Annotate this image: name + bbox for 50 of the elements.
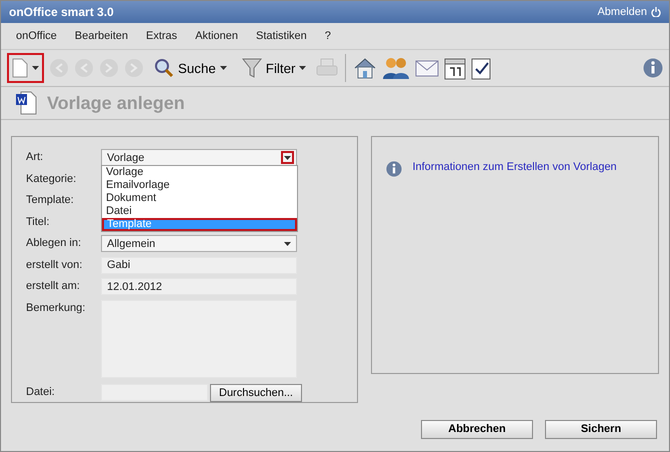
new-document-button[interactable] [7, 53, 44, 83]
caret-icon [299, 66, 306, 70]
house-icon[interactable] [353, 57, 378, 79]
menu-item[interactable]: ? [316, 30, 340, 42]
dropdown-option[interactable]: Dokument [102, 192, 297, 205]
field-label: erstellt am: [26, 279, 81, 292]
people-icon[interactable] [382, 57, 410, 79]
dropdown[interactable]: Allgemein [101, 235, 297, 252]
file-field[interactable] [101, 384, 208, 400]
info-link[interactable]: Informationen zum Erstellen von Vorlagen [412, 161, 617, 173]
power-icon[interactable] [651, 7, 661, 17]
dropdown[interactable]: Vorlage [101, 149, 297, 166]
magnifier-icon [154, 58, 174, 78]
caret-icon [284, 242, 291, 246]
info-icon[interactable] [643, 58, 663, 78]
menu-item[interactable]: Statistiken [247, 30, 316, 42]
dropdown-option[interactable]: Vorlage [102, 166, 297, 179]
text-field[interactable]: 12.01.2012 [101, 278, 297, 295]
info-icon [386, 161, 402, 177]
browse-button[interactable]: Durchsuchen... [210, 384, 302, 402]
menu-item[interactable]: Aktionen [186, 30, 247, 42]
page-heading: Vorlage anlegen [47, 92, 185, 114]
dropdown-option[interactable]: Datei [102, 205, 297, 218]
dialog-button[interactable]: Sichern [545, 420, 657, 438]
field-label: Template: [26, 193, 75, 206]
window-title: onOffice smart 3.0 [9, 5, 114, 19]
field-label: Kategorie: [26, 172, 78, 184]
text-field[interactable]: Gabi [101, 256, 297, 274]
field-label: Datei: [26, 384, 56, 398]
field-label: Art: [26, 150, 44, 163]
menu-item[interactable]: Bearbeiten [66, 30, 137, 42]
field-label: Bemerkung: [26, 300, 86, 314]
dropdown-option[interactable]: Emailvorlage [102, 179, 297, 192]
caret-icon [284, 156, 291, 160]
filter-button[interactable]: Filter [236, 52, 312, 84]
field-label: Ablegen in: [26, 236, 82, 249]
logout-link[interactable]: Abmelden [597, 6, 647, 18]
menu-item[interactable]: onOffice [7, 30, 66, 42]
field-label: erstellt von: [26, 258, 84, 270]
dialog-button[interactable]: Abbrechen [421, 420, 533, 438]
funnel-icon [242, 57, 262, 79]
caret-icon [32, 66, 39, 70]
menu-item[interactable]: Extras [137, 30, 186, 42]
field-label: Titel: [26, 214, 50, 228]
word-document-icon [15, 91, 37, 115]
document-icon [12, 58, 28, 78]
search-button[interactable]: Suche [149, 53, 232, 83]
envelope-icon[interactable] [415, 59, 440, 77]
checklist-icon[interactable] [471, 56, 492, 80]
caret-icon [220, 66, 227, 70]
